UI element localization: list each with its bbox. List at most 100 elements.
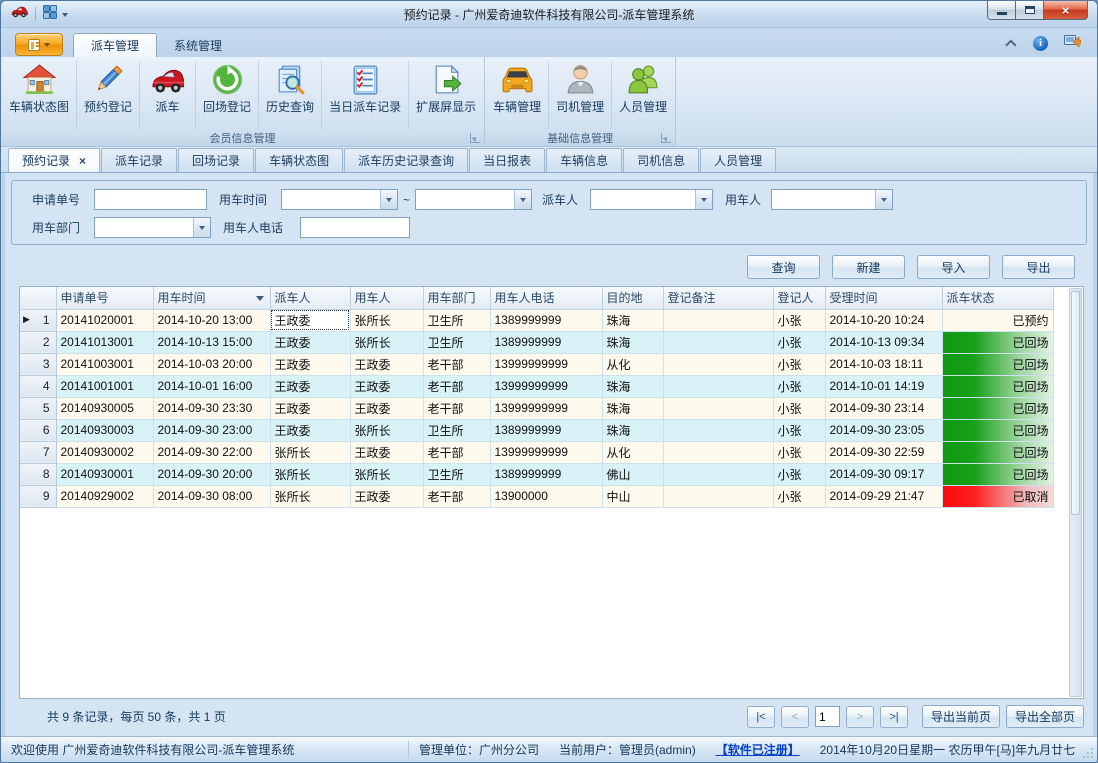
row-indicator-cell[interactable]: 7 (20, 441, 56, 463)
cell-status[interactable]: 已回场 (942, 375, 1053, 397)
row-indicator-cell[interactable]: 8 (20, 463, 56, 485)
col-status[interactable]: 派车状态 (942, 287, 1053, 309)
document-tab[interactable]: 预约记录 × (8, 148, 100, 172)
cell-department[interactable]: 老干部 (423, 485, 490, 507)
minimize-button[interactable] (987, 0, 1016, 20)
table-row[interactable]: 8 20140930001 2014-09-30 20:00 张所长 张所长 卫… (20, 463, 1053, 485)
query-button[interactable]: 查询 (747, 255, 820, 279)
cell-department[interactable]: 卫生所 (423, 419, 490, 441)
cell-destination[interactable]: 从化 (602, 441, 663, 463)
cell-accept-time[interactable]: 2014-09-29 21:47 (825, 485, 942, 507)
col-use-time[interactable]: 用车时间 (153, 287, 270, 309)
col-user-phone[interactable]: 用车人电话 (490, 287, 602, 309)
cell-user[interactable]: 张所长 (350, 419, 423, 441)
cell-remark[interactable] (663, 463, 773, 485)
cell-user[interactable]: 张所长 (350, 463, 423, 485)
cell-dispatcher[interactable]: 张所长 (270, 441, 350, 463)
cell-user-phone[interactable]: 1389999999 (490, 419, 602, 441)
cell-department[interactable]: 老干部 (423, 397, 490, 419)
cell-dispatcher[interactable]: 张所长 (270, 463, 350, 485)
dialog-launcher-icon[interactable] (470, 133, 480, 143)
document-tab[interactable]: 车辆状态图 (255, 148, 343, 172)
cell-accept-time[interactable]: 2014-10-01 14:19 (825, 375, 942, 397)
return-register-button[interactable]: 回场登记 (196, 61, 259, 129)
cell-user[interactable]: 王政委 (350, 397, 423, 419)
export-all-pages-button[interactable]: 导出全部页 (1006, 705, 1084, 728)
cell-status[interactable]: 已取消 (942, 485, 1053, 507)
cell-destination[interactable]: 中山 (602, 485, 663, 507)
cell-status[interactable]: 已回场 (942, 419, 1053, 441)
cell-registrar[interactable]: 小张 (773, 441, 825, 463)
prev-page-button[interactable]: < (781, 706, 809, 728)
dispatch-button[interactable]: 派车 (140, 61, 196, 129)
row-indicator-cell[interactable]: ▶1 (20, 309, 56, 331)
cell-registrar[interactable]: 小张 (773, 485, 825, 507)
cell-use-time[interactable]: 2014-10-13 15:00 (153, 331, 270, 353)
cell-status[interactable]: 已回场 (942, 353, 1053, 375)
layout-grid-icon[interactable] (43, 5, 57, 24)
cell-remark[interactable] (663, 375, 773, 397)
cell-apply-no[interactable]: 20141001001 (56, 375, 153, 397)
table-row[interactable]: 3 20141003001 2014-10-03 20:00 王政委 王政委 老… (20, 353, 1053, 375)
cell-use-time[interactable]: 2014-09-30 22:00 (153, 441, 270, 463)
apply-no-input[interactable] (94, 189, 207, 210)
cell-remark[interactable] (663, 331, 773, 353)
combo-dropdown-icon[interactable] (380, 190, 397, 209)
col-user[interactable]: 用车人 (350, 287, 423, 309)
cell-dispatcher[interactable]: 王政委 (270, 419, 350, 441)
cell-destination[interactable]: 珠海 (602, 397, 663, 419)
combo-dropdown-icon[interactable] (875, 190, 892, 209)
cell-use-time[interactable]: 2014-10-20 13:00 (153, 309, 270, 331)
cell-dispatcher[interactable]: 张所长 (270, 485, 350, 507)
resize-grip[interactable] (1081, 746, 1094, 759)
cell-remark[interactable] (663, 397, 773, 419)
cell-user[interactable]: 张所长 (350, 331, 423, 353)
info-icon[interactable]: i (1033, 36, 1048, 51)
title-bar[interactable]: 预约记录 - 广州爱奇迪软件科技有限公司-派车管理系统 × (1, 1, 1097, 28)
cell-use-time[interactable]: 2014-10-01 16:00 (153, 375, 270, 397)
dialog-launcher-icon[interactable] (661, 133, 671, 143)
combo-dropdown-icon[interactable] (695, 190, 712, 209)
table-row[interactable]: 6 20140930003 2014-09-30 23:00 王政委 张所长 卫… (20, 419, 1053, 441)
cell-use-time[interactable]: 2014-10-03 20:00 (153, 353, 270, 375)
user-phone-input[interactable] (300, 217, 410, 238)
document-tab[interactable]: 当日报表 (469, 148, 545, 172)
cell-user-phone[interactable]: 1389999999 (490, 463, 602, 485)
table-row[interactable]: 7 20140930002 2014-09-30 22:00 张所长 王政委 老… (20, 441, 1053, 463)
document-tab[interactable]: 回场记录 (178, 148, 254, 172)
row-indicator-cell[interactable]: 2 (20, 331, 56, 353)
cell-registrar[interactable]: 小张 (773, 309, 825, 331)
cell-apply-no[interactable]: 20140930001 (56, 463, 153, 485)
vertical-scrollbar[interactable] (1069, 288, 1082, 697)
cell-status[interactable]: 已回场 (942, 441, 1053, 463)
cell-dispatcher[interactable]: 王政委 (270, 331, 350, 353)
vehicle-manage-button[interactable]: 车辆管理 (486, 61, 549, 129)
vehicle-status-map-button[interactable]: 车辆状态图 (2, 61, 77, 129)
cell-user-phone[interactable]: 13999999999 (490, 441, 602, 463)
cell-registrar[interactable]: 小张 (773, 397, 825, 419)
cell-apply-no[interactable]: 20140930002 (56, 441, 153, 463)
cell-status[interactable]: 已回场 (942, 331, 1053, 353)
cell-destination[interactable]: 佛山 (602, 463, 663, 485)
export-current-page-button[interactable]: 导出当前页 (922, 705, 1000, 728)
cell-user-phone[interactable]: 1389999999 (490, 309, 602, 331)
cell-dispatcher[interactable]: 王政委 (270, 353, 350, 375)
first-page-button[interactable]: |< (747, 706, 775, 728)
use-time-to-combo[interactable] (415, 189, 532, 210)
cell-destination[interactable]: 珠海 (602, 309, 663, 331)
cell-use-time[interactable]: 2014-09-30 20:00 (153, 463, 270, 485)
cell-apply-no[interactable]: 20141020001 (56, 309, 153, 331)
create-button[interactable]: 新建 (832, 255, 905, 279)
registered-link[interactable]: 【软件已注册】 (706, 741, 810, 758)
cell-apply-no[interactable]: 20140930003 (56, 419, 153, 441)
cell-accept-time[interactable]: 2014-10-20 10:24 (825, 309, 942, 331)
last-page-button[interactable]: >| (880, 706, 908, 728)
cell-remark[interactable] (663, 485, 773, 507)
cell-dispatcher[interactable]: 王政委 (270, 397, 350, 419)
cell-department[interactable]: 老干部 (423, 441, 490, 463)
cell-status[interactable]: 已回场 (942, 397, 1053, 419)
cell-destination[interactable]: 珠海 (602, 419, 663, 441)
cell-department[interactable]: 卫生所 (423, 463, 490, 485)
table-row[interactable]: 9 20140929002 2014-09-30 08:00 张所长 王政委 老… (20, 485, 1053, 507)
cell-user[interactable]: 王政委 (350, 375, 423, 397)
